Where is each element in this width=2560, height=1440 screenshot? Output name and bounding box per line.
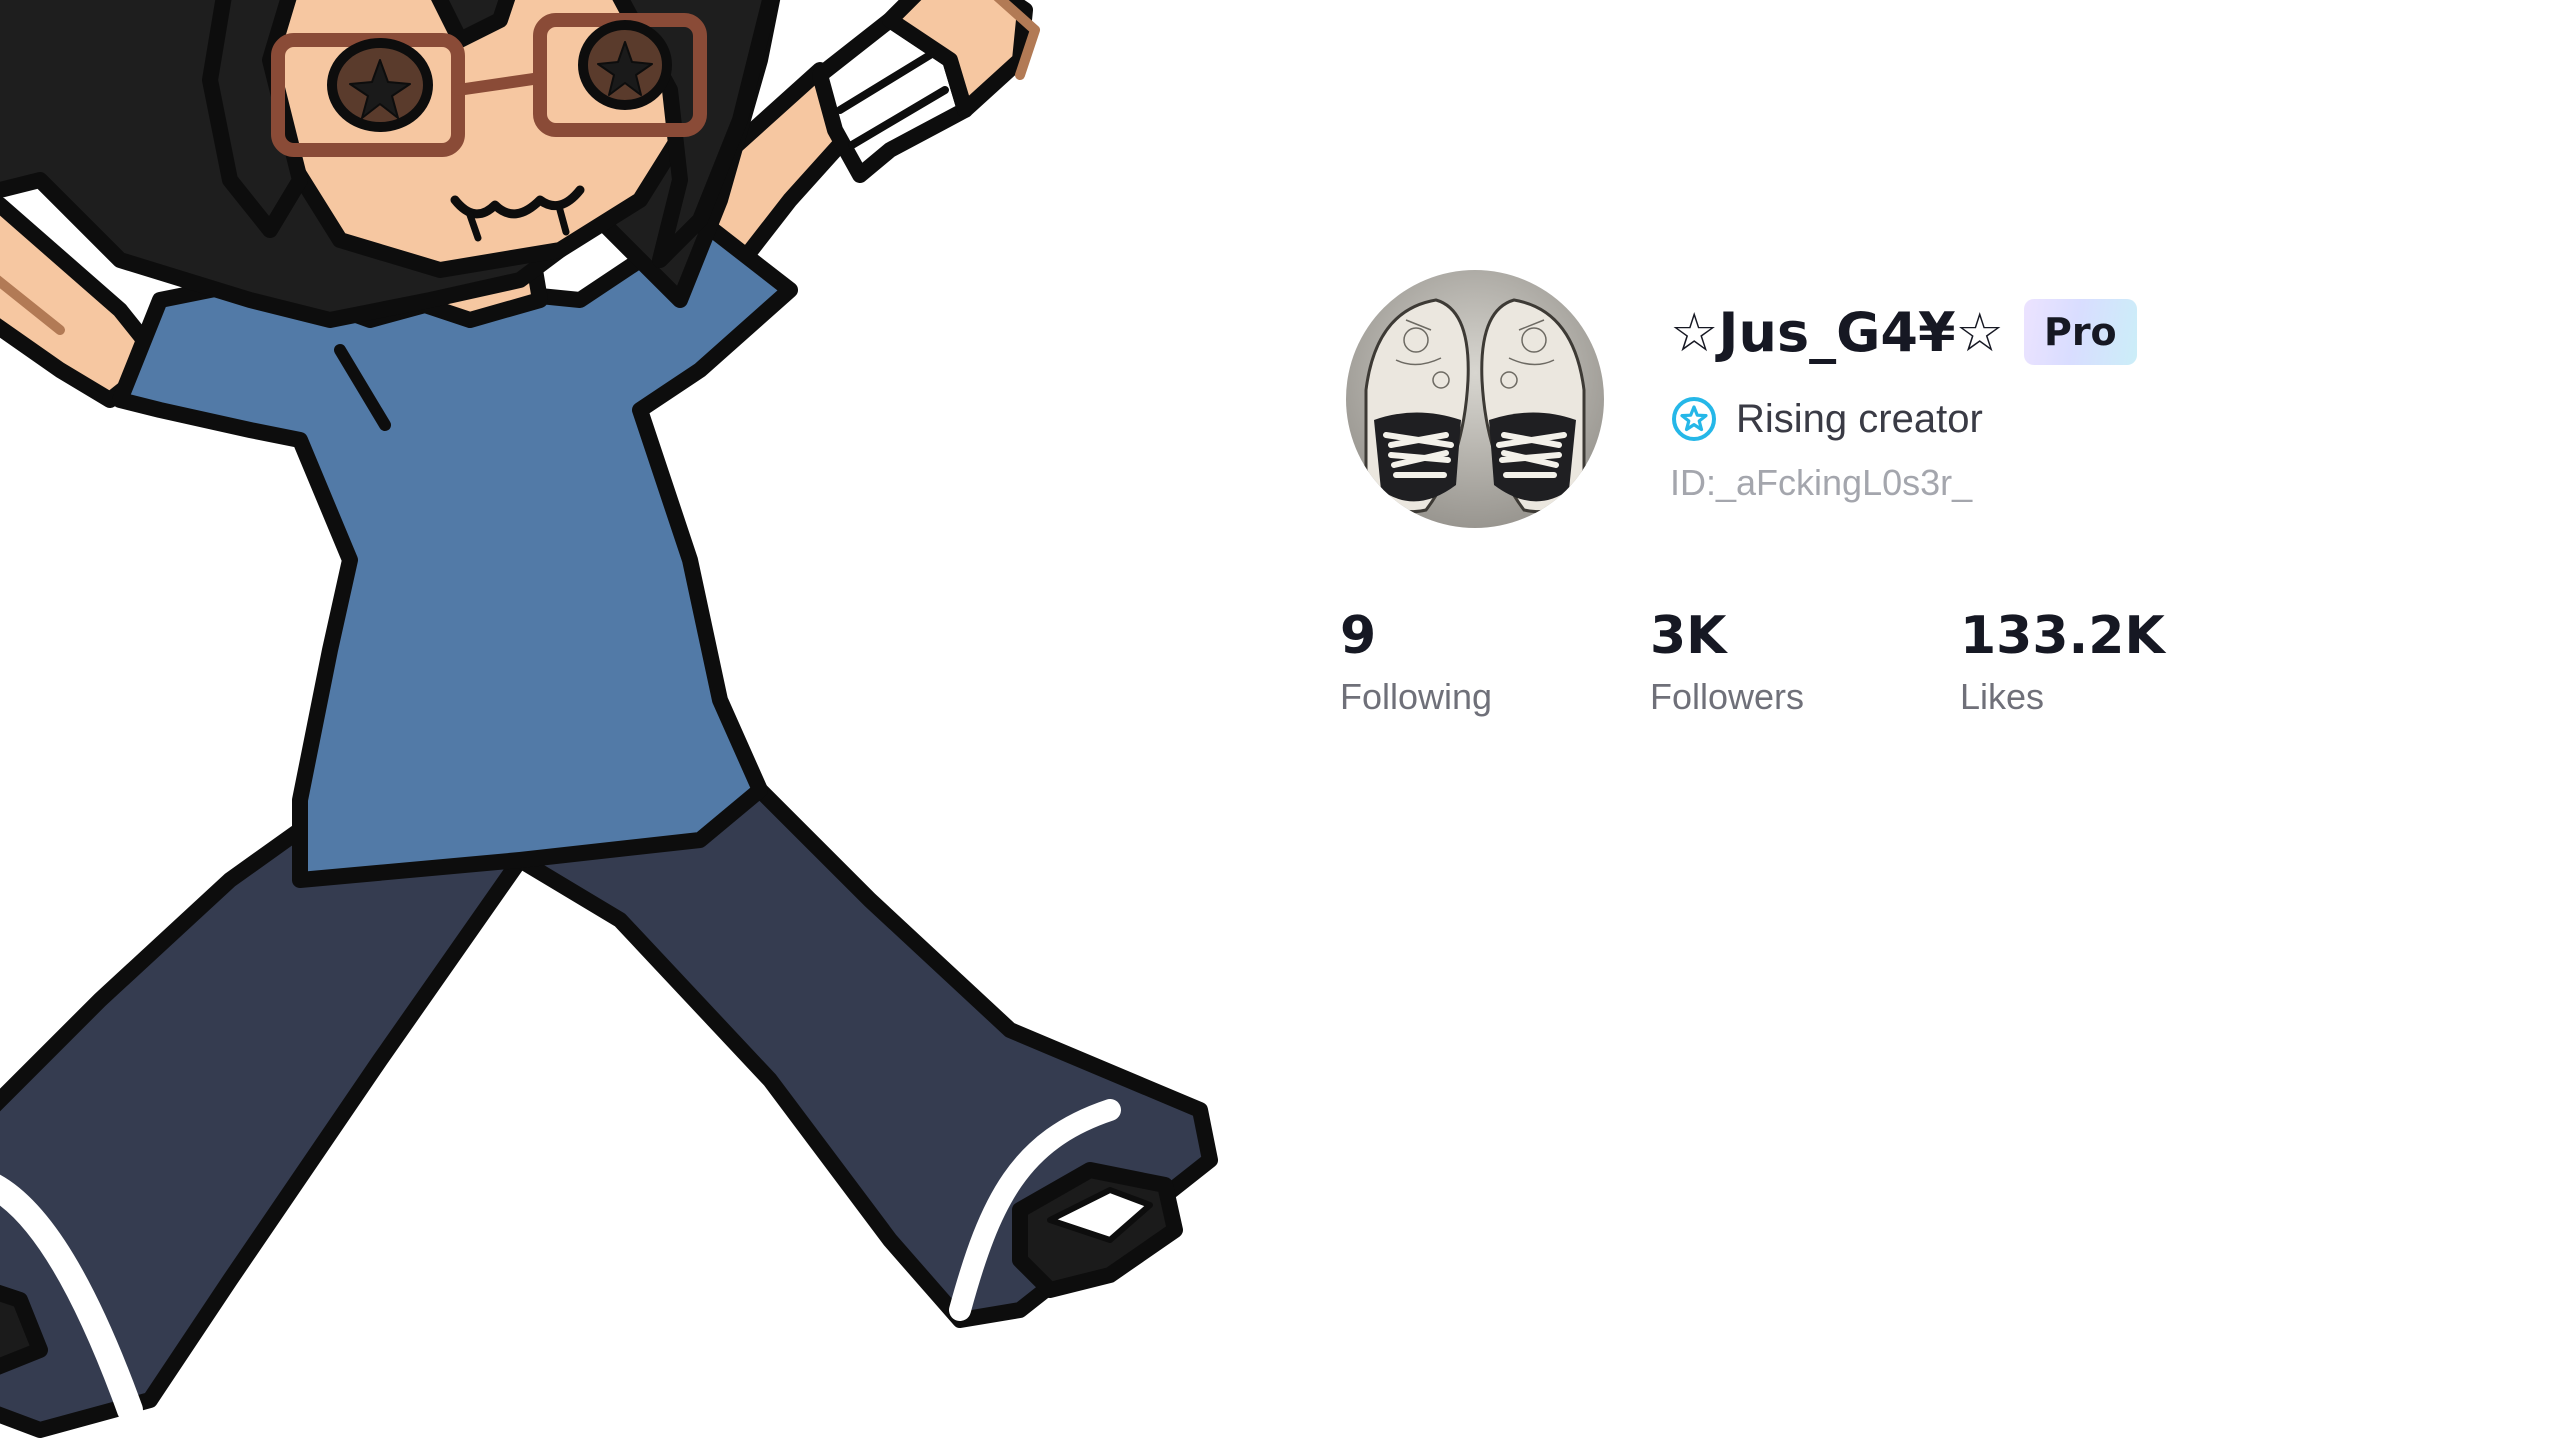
rising-creator-badge[interactable]: Rising creator <box>1670 388 1983 450</box>
stat-following[interactable]: 9 Following <box>1340 600 1492 718</box>
user-id: ID:_aFckingL0s3r_ <box>1670 462 1973 503</box>
likes-label: Likes <box>1960 676 2045 717</box>
avatar[interactable] <box>1346 270 1604 528</box>
pro-badge[interactable]: Pro <box>2023 299 2137 365</box>
display-name: ☆Jus_G4¥☆ <box>1670 300 2004 364</box>
character-illustration <box>0 0 1218 1438</box>
name-row: ☆Jus_G4¥☆ Pro <box>1670 294 2137 370</box>
following-label: Following <box>1340 676 1493 717</box>
star-circle-icon <box>1670 395 1718 443</box>
stat-followers[interactable]: 3K Followers <box>1650 600 1804 718</box>
followers-label: Followers <box>1650 676 1805 717</box>
profile-header: ☆Jus_G4¥☆ Pro Rising creator ID:_aFcking… <box>1346 268 2446 538</box>
profile-page: ☆Jus_G4¥☆ Pro Rising creator ID:_aFcking… <box>0 0 2560 1440</box>
creator-status-label: Rising creator <box>1736 396 1983 441</box>
stat-likes[interactable]: 133.2K Likes <box>1960 600 2165 718</box>
following-count: 9 <box>1340 606 1377 666</box>
profile-stats: 9 Following 3K Followers 133.2K Likes <box>1340 600 2340 740</box>
sneakers-photo-icon <box>1346 270 1604 528</box>
likes-count: 133.2K <box>1960 606 2165 666</box>
followers-count: 3K <box>1650 606 1727 666</box>
